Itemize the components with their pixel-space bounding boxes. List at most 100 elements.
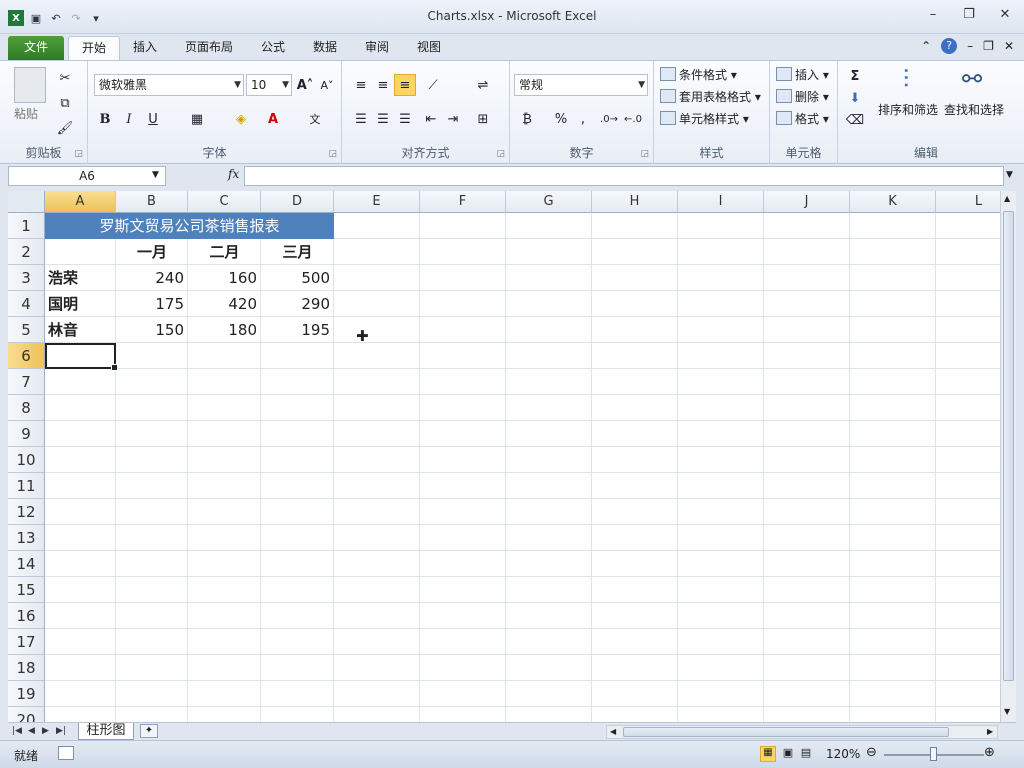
sort-filter-icon[interactable]: ⫶: [890, 65, 922, 97]
doc-restore-button[interactable]: ❐: [983, 39, 994, 53]
horizontal-scrollbar[interactable]: ◀ ▶: [606, 725, 998, 739]
increase-indent-icon[interactable]: ⇥: [442, 108, 464, 130]
value-cell-c5[interactable]: 180: [188, 317, 261, 343]
clipboard-launcher-icon[interactable]: ◲: [74, 149, 83, 159]
binoculars-icon[interactable]: ⚯: [956, 65, 988, 97]
vertical-scroll-thumb[interactable]: [1003, 211, 1014, 681]
shrink-font-icon[interactable]: A˅: [316, 74, 338, 96]
sort-filter-button[interactable]: 排序和筛选: [878, 101, 938, 118]
restore-button[interactable]: ❐: [958, 6, 980, 22]
cut-icon[interactable]: ✂: [54, 67, 76, 89]
expand-formula-bar-icon[interactable]: ▼: [1006, 170, 1013, 180]
vertical-scrollbar[interactable]: ▲ ▼: [1000, 191, 1016, 722]
tab-page-layout[interactable]: 页面布局: [172, 36, 246, 60]
select-all-corner[interactable]: [8, 191, 45, 213]
grow-font-icon[interactable]: A˄: [294, 74, 316, 96]
worksheet-grid[interactable]: ABCDEFGHIJKL 1 2 3 4 5 6 7 8 9 10 11 12 13 14 15 16 17 18…: [8, 191, 1000, 722]
borders-icon[interactable]: ▦: [186, 108, 208, 130]
autosum-button[interactable]: Σ: [844, 65, 866, 87]
row-header-7[interactable]: 7: [8, 369, 45, 395]
tab-view[interactable]: 视图: [404, 36, 454, 60]
tab-insert[interactable]: 插入: [120, 36, 170, 60]
merge-center-icon[interactable]: ⊞: [472, 108, 494, 130]
close-button[interactable]: ✕: [994, 6, 1016, 22]
page-break-view-icon[interactable]: ▤: [798, 746, 814, 762]
name-cell-a4[interactable]: 国明: [45, 291, 116, 317]
column-header-h[interactable]: H: [592, 191, 678, 213]
increase-decimal-icon[interactable]: .0→: [598, 108, 620, 130]
name-box-dropdown-icon[interactable]: ▼: [152, 170, 159, 180]
tab-file[interactable]: 文件: [8, 36, 64, 60]
format-as-table-button[interactable]: 套用表格格式 ▾: [660, 87, 761, 107]
tab-data[interactable]: 数据: [300, 36, 350, 60]
scroll-left-icon[interactable]: ◀: [610, 727, 616, 736]
zoom-out-icon[interactable]: ⊖: [866, 745, 877, 760]
bold-button[interactable]: B: [94, 108, 116, 130]
cell-styles-button[interactable]: 单元格样式 ▾: [660, 109, 749, 129]
number-format-combo[interactable]: 常规 ▼: [514, 74, 648, 96]
header-cell-b2[interactable]: 一月: [116, 239, 188, 265]
align-bottom-icon[interactable]: ≡: [394, 74, 416, 96]
font-size-combo[interactable]: 10 ▼: [246, 74, 292, 96]
column-header-b[interactable]: B: [116, 191, 188, 213]
decrease-indent-icon[interactable]: ⇤: [420, 108, 442, 130]
row-header-20[interactable]: 20: [8, 707, 45, 722]
row-header-12[interactable]: 12: [8, 499, 45, 525]
alignment-launcher-icon[interactable]: ◲: [496, 149, 505, 159]
font-name-combo[interactable]: 微软雅黑 ▼: [94, 74, 244, 96]
paste-button[interactable]: 粘贴: [14, 105, 38, 122]
row-header-8[interactable]: 8: [8, 395, 45, 421]
align-right-icon[interactable]: ☰: [394, 108, 416, 130]
row-header-2[interactable]: 2: [8, 239, 45, 265]
last-sheet-icon[interactable]: ▶|: [56, 726, 66, 736]
prev-sheet-icon[interactable]: ◀: [28, 726, 35, 736]
underline-button[interactable]: U: [142, 108, 164, 130]
value-cell-d4[interactable]: 290: [261, 291, 334, 317]
align-left-icon[interactable]: ☰: [350, 108, 372, 130]
font-color-icon[interactable]: A: [262, 108, 284, 130]
zoom-in-icon[interactable]: ⊕: [984, 745, 995, 760]
comma-button[interactable]: ,: [572, 108, 594, 130]
value-cell-b5[interactable]: 150: [116, 317, 188, 343]
value-cell-d3[interactable]: 500: [261, 265, 334, 291]
column-header-e[interactable]: E: [334, 191, 420, 213]
horizontal-scroll-thumb[interactable]: [623, 727, 949, 737]
fill-color-icon[interactable]: ◈: [230, 108, 252, 130]
macro-record-icon[interactable]: [58, 746, 74, 760]
value-cell-b4[interactable]: 175: [116, 291, 188, 317]
header-cell-d2[interactable]: 三月: [261, 239, 334, 265]
value-cell-d5[interactable]: 195: [261, 317, 334, 343]
active-cell-a6[interactable]: [45, 343, 118, 371]
row-header-16[interactable]: 16: [8, 603, 45, 629]
currency-icon[interactable]: ₿: [516, 108, 538, 130]
insert-sheet-icon[interactable]: ✦: [140, 724, 158, 738]
column-header-l[interactable]: L: [936, 191, 1000, 213]
row-header-10[interactable]: 10: [8, 447, 45, 473]
name-cell-a3[interactable]: 浩荣: [45, 265, 116, 291]
normal-view-icon[interactable]: ▦: [760, 746, 776, 762]
row-header-9[interactable]: 9: [8, 421, 45, 447]
format-painter-icon[interactable]: 🖌: [54, 117, 76, 139]
column-header-g[interactable]: G: [506, 191, 592, 213]
value-cell-b3[interactable]: 240: [116, 265, 188, 291]
row-header-18[interactable]: 18: [8, 655, 45, 681]
number-launcher-icon[interactable]: ◲: [640, 149, 649, 159]
italic-button[interactable]: I: [118, 108, 140, 130]
value-cell-c4[interactable]: 420: [188, 291, 261, 317]
row-header-6[interactable]: 6: [8, 343, 45, 369]
sheet-tab-column-chart[interactable]: 柱形图: [78, 723, 134, 740]
align-center-icon[interactable]: ☰: [372, 108, 394, 130]
doc-minimize-button[interactable]: –: [967, 39, 973, 53]
conditional-formatting-button[interactable]: 条件格式 ▾: [660, 65, 737, 85]
align-middle-icon[interactable]: ≡: [372, 74, 394, 96]
column-header-i[interactable]: I: [678, 191, 764, 213]
minimize-ribbon-icon[interactable]: ⌃: [921, 39, 931, 53]
orientation-icon[interactable]: ⟋: [422, 74, 444, 96]
tab-formulas[interactable]: 公式: [248, 36, 298, 60]
scroll-up-icon[interactable]: ▲: [1004, 194, 1010, 203]
percent-button[interactable]: %: [550, 108, 572, 130]
wrap-text-icon[interactable]: ⇌: [472, 74, 494, 96]
font-launcher-icon[interactable]: ◲: [328, 149, 337, 159]
row-header-19[interactable]: 19: [8, 681, 45, 707]
next-sheet-icon[interactable]: ▶: [42, 726, 49, 736]
